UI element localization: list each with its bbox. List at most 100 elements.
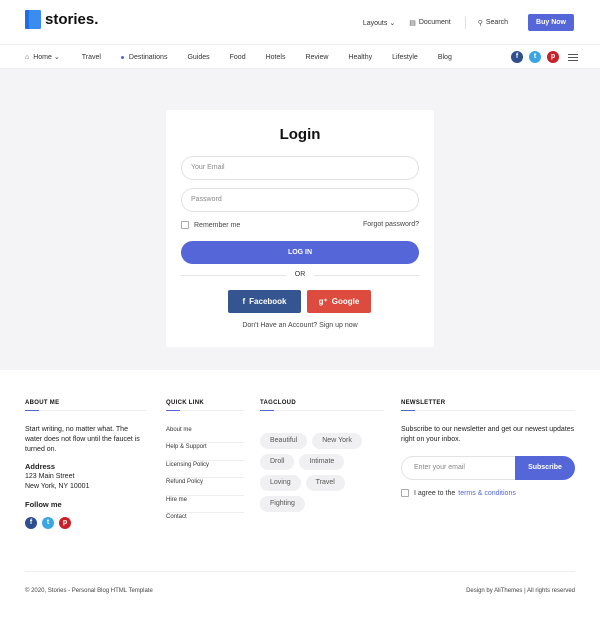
facebook-login-button[interactable]: f Facebook: [228, 290, 301, 313]
twitter-icon[interactable]: t: [529, 51, 541, 63]
follow-heading: Follow me: [25, 500, 62, 509]
footer-newsletter: NEWSLETTER Subscribe to our newsletter a…: [401, 400, 575, 497]
nav-item-label: Hotels: [265, 53, 286, 61]
nav-item-label: Destinations: [128, 53, 168, 61]
subscribe-form: Enter your email Subscribe: [401, 456, 575, 480]
footer: ABOUT ME Start writing, no matter what. …: [0, 370, 600, 639]
logo-text: stories.: [45, 11, 99, 28]
facebook-label: Facebook: [249, 297, 287, 306]
nav-social: f t p: [505, 51, 578, 63]
tag-item[interactable]: Intimate: [299, 454, 345, 470]
remember-me[interactable]: Remember me: [181, 221, 240, 229]
or-divider: OR: [181, 270, 419, 280]
buy-now-button[interactable]: Buy Now: [528, 14, 574, 31]
pinterest-icon[interactable]: p: [59, 517, 71, 529]
pinterest-icon[interactable]: p: [547, 51, 559, 63]
tag-list: Beautiful New York Droll Intimate Loving…: [260, 433, 384, 517]
newsletter-intro: Subscribe to our newsletter and get our …: [401, 426, 575, 443]
nav-item-guides[interactable]: Guides: [187, 53, 209, 61]
nav-item-destinations[interactable]: Destinations: [120, 53, 168, 61]
document-label: Document: [418, 19, 451, 26]
nav-item-label: Lifestyle: [392, 53, 418, 61]
top-links: Layouts ⌄ ▤ Document ⚲ Search Buy Now: [363, 14, 574, 31]
nav-item-lifestyle[interactable]: Lifestyle: [392, 53, 418, 61]
footer-about: ABOUT ME Start writing, no matter what. …: [25, 400, 147, 529]
subscribe-button[interactable]: Subscribe: [515, 456, 575, 480]
tag-item[interactable]: Loving: [260, 475, 301, 491]
password-field[interactable]: Password: [181, 188, 419, 212]
document-link[interactable]: ▤ Document: [409, 19, 451, 27]
layouts-label: Layouts ⌄: [362, 19, 396, 27]
quick-list: About me Help & Support Licensing Policy…: [166, 426, 244, 530]
address-heading: Address: [25, 462, 56, 471]
site-logo[interactable]: stories.: [25, 10, 98, 29]
login-title: Login: [279, 126, 321, 143]
newsletter-email-input[interactable]: Enter your email: [401, 456, 517, 480]
quick-link-item[interactable]: About me: [166, 426, 244, 444]
home-icon: ⌂: [25, 53, 30, 61]
nav-items: ⌂ Home ⌄ Travel Destinations Guides Food…: [25, 53, 452, 62]
agree-text: I agree to the: [414, 489, 456, 497]
or-text: OR: [294, 271, 306, 278]
tag-item[interactable]: Travel: [305, 475, 345, 491]
search-icon: ⚲: [477, 19, 483, 27]
layouts-dropdown[interactable]: Layouts ⌄: [363, 19, 395, 27]
quick-link-item[interactable]: Help & Support: [166, 443, 244, 461]
nav-item-label: Healthy: [348, 53, 373, 61]
forgot-password-link[interactable]: Forgot password?: [363, 221, 419, 228]
agree-checkbox[interactable]: [401, 489, 409, 497]
nav-item-food[interactable]: Food: [230, 53, 246, 61]
nav-item-home[interactable]: ⌂ Home ⌄: [25, 53, 60, 62]
top-header: stories. Layouts ⌄ ▤ Document ⚲ Search B…: [0, 0, 600, 44]
footer-social: f t p: [25, 517, 147, 529]
tag-item[interactable]: Beautiful: [260, 433, 308, 449]
remember-checkbox[interactable]: [181, 221, 189, 229]
address-line: 123 Main Street: [25, 473, 75, 480]
quick-link-item[interactable]: Refund Policy: [166, 478, 244, 496]
footer-quick-links: QUICK LINK About me Help & Support Licen…: [166, 400, 244, 530]
tag-item[interactable]: Droll: [260, 454, 295, 470]
tags-heading: TAGCLOUD: [260, 400, 384, 411]
terms-link[interactable]: terms & conditions: [458, 490, 516, 497]
footer-tagcloud: TAGCLOUD Beautiful New York Droll Intima…: [260, 400, 384, 517]
google-plus-icon: g⁺: [318, 297, 328, 306]
quick-link-item[interactable]: Contact: [166, 513, 244, 530]
signup-link[interactable]: Don't Have an Account? Sign up now: [166, 322, 434, 329]
facebook-icon[interactable]: f: [511, 51, 523, 63]
remember-label: Remember me: [194, 221, 241, 229]
search-label: Search: [485, 19, 509, 26]
address-line: New York, NY 10001: [25, 483, 90, 490]
quick-link-item[interactable]: Licensing Policy: [166, 461, 244, 479]
nav-item-blog[interactable]: Blog: [438, 53, 452, 61]
nav-item-label: Review: [305, 53, 329, 61]
email-field[interactable]: Your Email: [181, 156, 419, 180]
active-dot-icon: [120, 55, 124, 59]
facebook-icon: f: [242, 297, 246, 306]
footer-bottom: © 2020, Stories - Personal Blog HTML Tem…: [25, 571, 575, 611]
nav-item-label: Guides: [187, 53, 210, 61]
nav-item-label: Home ⌄: [33, 54, 60, 61]
nav-item-healthy[interactable]: Healthy: [348, 53, 372, 61]
tag-item[interactable]: New York: [312, 433, 362, 449]
facebook-icon[interactable]: f: [25, 517, 37, 529]
agree-terms[interactable]: I agree to the terms & conditions: [401, 489, 575, 497]
nav-item-label: Food: [229, 53, 246, 61]
tag-item[interactable]: Fighting: [260, 496, 305, 512]
main-area: Login Your Email Password Remember me Fo…: [0, 69, 600, 370]
search-link[interactable]: ⚲ Search: [478, 19, 508, 27]
nav-item-review[interactable]: Review: [305, 53, 328, 61]
hamburger-menu-icon[interactable]: [568, 52, 578, 63]
login-button[interactable]: LOG IN: [181, 241, 419, 264]
document-icon: ▤: [409, 19, 416, 27]
main-nav: ⌂ Home ⌄ Travel Destinations Guides Food…: [0, 44, 600, 69]
nav-item-label: Travel: [81, 53, 101, 61]
nav-item-hotels[interactable]: Hotels: [266, 53, 286, 61]
about-heading: ABOUT ME: [25, 400, 147, 411]
google-label: Google: [331, 297, 360, 306]
nav-item-travel[interactable]: Travel: [82, 53, 101, 61]
newsletter-heading: NEWSLETTER: [401, 400, 575, 411]
twitter-icon[interactable]: t: [42, 517, 54, 529]
quick-link-item[interactable]: Hire me: [166, 496, 244, 513]
design-credit: Design by AliThemes | All rights reserve…: [466, 588, 575, 594]
google-login-button[interactable]: g⁺ Google: [307, 290, 371, 313]
